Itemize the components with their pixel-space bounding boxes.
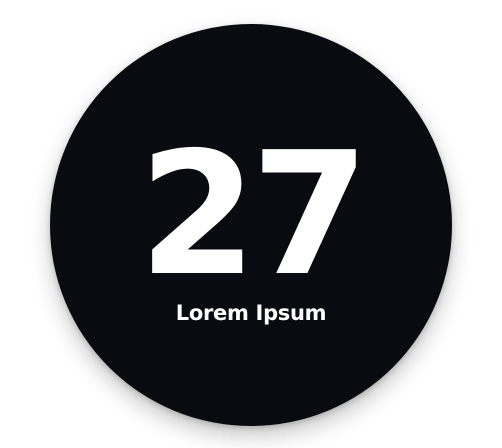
badge-caption: Lorem Ipsum (175, 301, 327, 325)
number-badge: 27 Lorem Ipsum (50, 24, 452, 426)
badge-number: 27 (138, 116, 370, 314)
badge-canvas: 27 Lorem Ipsum (0, 0, 502, 448)
